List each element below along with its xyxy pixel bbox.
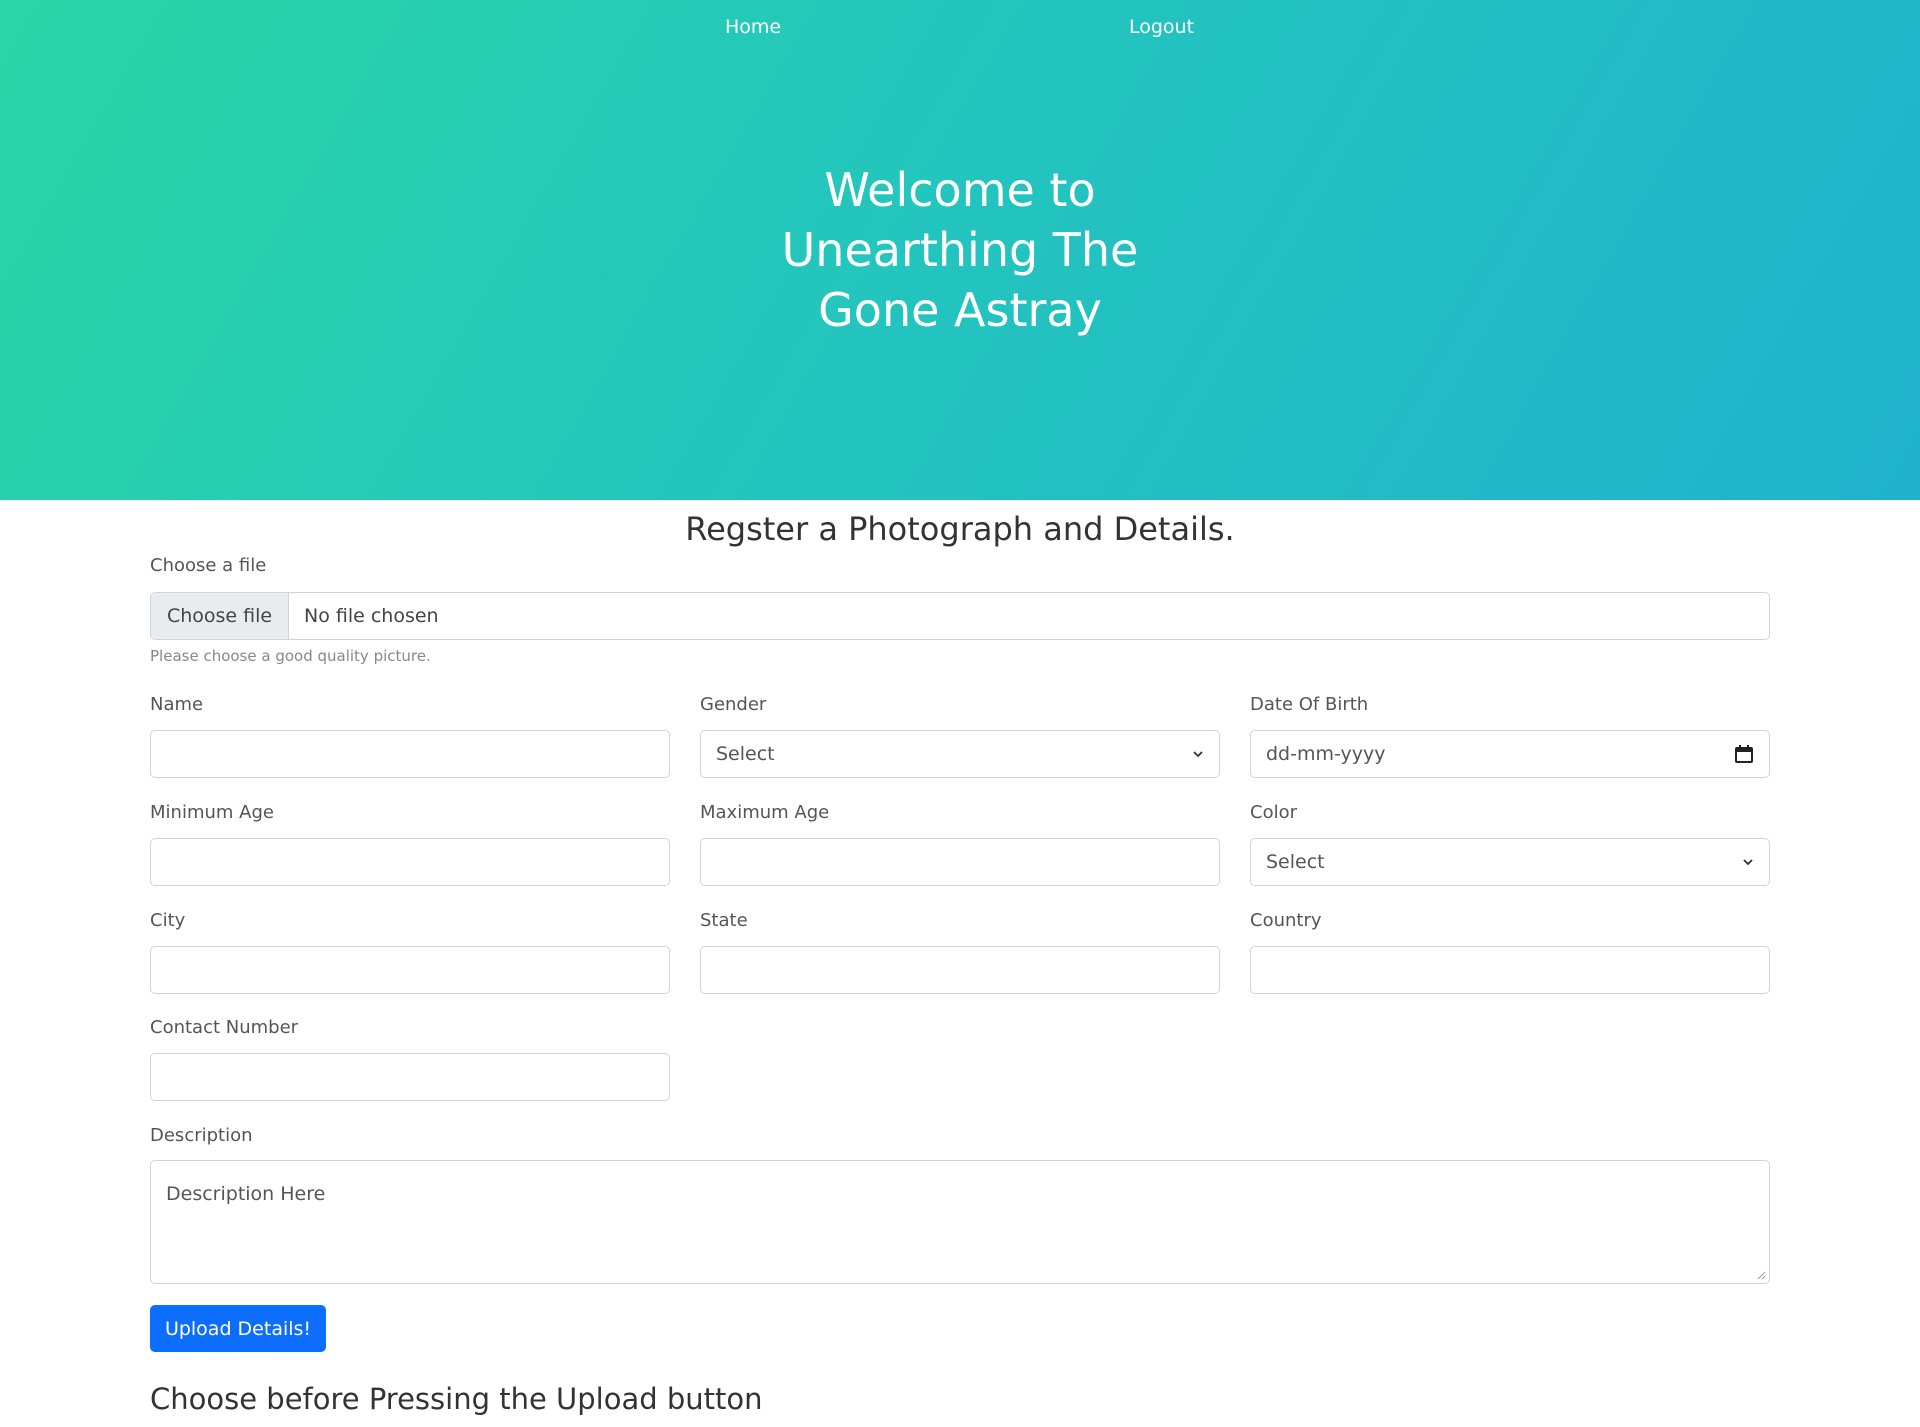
upload-details-button[interactable]: Upload Details! bbox=[150, 1305, 326, 1352]
description-placeholder: Description Here bbox=[166, 1183, 326, 1205]
dob-input[interactable]: dd-mm-yyyy bbox=[1250, 730, 1770, 778]
hero-banner: Home Logout Welcome to Unearthing The Go… bbox=[0, 0, 1920, 500]
max-age-label: Maximum Age bbox=[700, 802, 830, 823]
upload-note: Choose before Pressing the Upload button bbox=[150, 1382, 763, 1416]
min-age-input[interactable] bbox=[150, 838, 670, 886]
form-heading: Regster a Photograph and Details. bbox=[685, 510, 1235, 548]
resize-handle-icon[interactable] bbox=[1756, 1270, 1766, 1280]
chevron-down-icon bbox=[1193, 751, 1203, 758]
name-input[interactable] bbox=[150, 730, 670, 778]
file-label: Choose a file bbox=[150, 555, 267, 576]
description-label: Description bbox=[150, 1125, 253, 1146]
city-input[interactable] bbox=[150, 946, 670, 994]
nav-logout-link[interactable]: Logout bbox=[1129, 16, 1194, 38]
gender-selected-value: Select bbox=[716, 743, 775, 765]
color-selected-value: Select bbox=[1266, 851, 1325, 873]
country-input[interactable] bbox=[1250, 946, 1770, 994]
color-select[interactable]: Select bbox=[1250, 838, 1770, 886]
name-label: Name bbox=[150, 694, 204, 715]
file-help-text: Please choose a good quality picture. bbox=[150, 647, 431, 665]
max-age-input[interactable] bbox=[700, 838, 1220, 886]
dob-label: Date Of Birth bbox=[1250, 694, 1369, 715]
dob-placeholder: dd-mm-yyyy bbox=[1266, 743, 1386, 765]
description-textarea[interactable]: Description Here bbox=[150, 1160, 1770, 1284]
choose-file-button[interactable]: Choose file bbox=[151, 593, 289, 639]
chevron-down-icon bbox=[1743, 859, 1753, 866]
hero-title: Welcome to Unearthing The Gone Astray bbox=[781, 163, 1139, 337]
calendar-icon[interactable] bbox=[1734, 744, 1754, 764]
file-input[interactable]: Choose file No file chosen bbox=[150, 592, 1770, 640]
file-status: No file chosen bbox=[304, 605, 439, 627]
contact-input[interactable] bbox=[150, 1053, 670, 1101]
gender-label: Gender bbox=[700, 694, 767, 715]
color-label: Color bbox=[1250, 802, 1297, 823]
nav-home-link[interactable]: Home bbox=[725, 16, 781, 38]
gender-select[interactable]: Select bbox=[700, 730, 1220, 778]
state-label: State bbox=[700, 910, 748, 931]
state-input[interactable] bbox=[700, 946, 1220, 994]
min-age-label: Minimum Age bbox=[150, 802, 274, 823]
country-label: Country bbox=[1250, 910, 1322, 931]
contact-label: Contact Number bbox=[150, 1017, 299, 1038]
city-label: City bbox=[150, 910, 186, 931]
